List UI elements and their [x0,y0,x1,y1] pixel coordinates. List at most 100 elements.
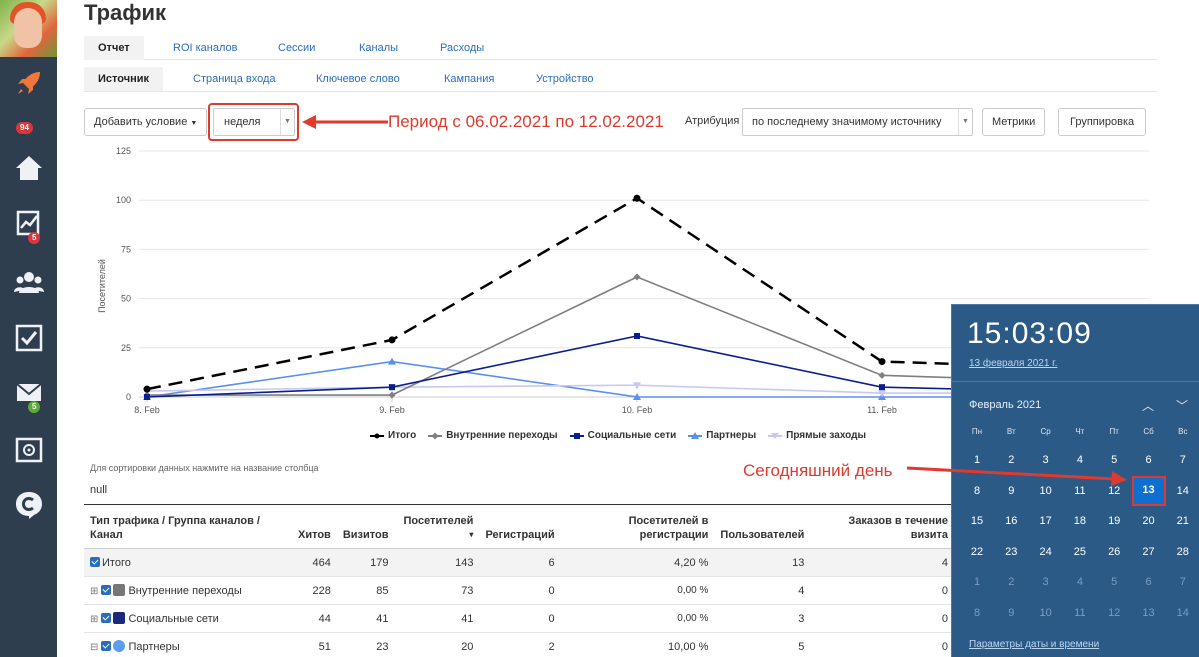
cell-users-link[interactable]: 3 [714,604,811,633]
calendar-day[interactable]: 7 [1166,445,1199,475]
tab-channels[interactable]: Каналы [345,36,412,60]
table-row: Итого 464 179 143 6 4,20 % 13 4 [84,548,954,577]
tab-campaign[interactable]: Кампания [430,67,508,91]
cell-orders-link[interactable]: 0 [810,576,954,605]
cell-orders-link[interactable]: 0 [810,604,954,633]
add-condition-button[interactable]: Добавить условие ▼ [84,108,208,136]
current-date-link[interactable]: 13 февраля 2021 г. [969,358,1057,369]
calendar-day[interactable]: 14 [1166,598,1199,628]
calendar-day[interactable]: 4 [1063,567,1097,597]
cell-visitors: 73 [394,576,480,605]
calendar-day[interactable]: 22 [960,537,994,567]
cell-users-link[interactable]: 5 [714,632,811,657]
row-checkbox[interactable] [90,556,100,567]
calendar-day[interactable]: 19 [1097,506,1131,536]
calendar-day[interactable]: 28 [1166,537,1199,567]
attribution-select[interactable]: по последнему значимому источнику ▼ [742,108,973,136]
avatar[interactable] [0,0,57,57]
calendar-day[interactable]: 20 [1132,506,1166,536]
sidebar-item-home[interactable] [0,143,57,193]
calendar-month[interactable]: Февраль 2021 [969,399,1041,411]
column-header-hits[interactable]: Хитов [286,504,337,549]
calendar-day[interactable]: 12 [1097,598,1131,628]
chart-legend: Итого Внутренние переходы Социальные сет… [370,430,866,441]
cell-orders-link[interactable]: 4 [810,548,954,577]
calendar-day[interactable]: 27 [1132,537,1166,567]
x-tick-label: 11. Feb [867,405,897,415]
calendar-day[interactable]: 14 [1166,476,1199,506]
date-time-settings-link[interactable]: Параметры даты и времени [969,639,1099,650]
calendar-day[interactable]: 26 [1097,537,1131,567]
expand-icon[interactable]: ⊞ [90,586,98,597]
metrics-button[interactable]: Метрики [982,108,1046,136]
calendar-day[interactable]: 11 [1063,598,1097,628]
cell-orders-link[interactable]: 0 [810,632,954,657]
calendar-day[interactable]: 6 [1132,567,1166,597]
sidebar-item-chat[interactable] [0,480,57,530]
column-header-registrations[interactable]: Регистраций [479,504,561,549]
column-header-visitors-to-reg[interactable]: Посетителей в регистрации [560,504,715,549]
legend-item-total[interactable]: Итого [370,430,416,441]
rocket-badge: 94 [16,122,33,134]
tab-source[interactable]: Источник [84,67,164,91]
tab-report[interactable]: Отчет [84,36,144,60]
cell-hits: 228 [286,576,337,605]
legend-item-social[interactable]: Социальные сети [569,430,676,441]
sidebar-item-users[interactable] [0,258,57,308]
row-checkbox[interactable] [101,585,112,595]
grouping-button[interactable]: Группировка [1058,108,1147,136]
sidebar-item-start[interactable] [0,58,57,108]
column-header-users[interactable]: Пользователей [714,504,811,549]
calendar-day[interactable]: 1 [960,567,994,597]
calendar-day[interactable]: 5 [1097,567,1131,597]
calendar-day[interactable]: 3 [1029,567,1063,597]
calendar-day[interactable]: 2 [994,567,1028,597]
row-checkbox[interactable] [101,613,112,623]
sidebar-item-tasks[interactable] [0,313,57,363]
calendar-day[interactable]: 9 [994,598,1028,628]
tab-landing-page[interactable]: Страница входа [179,67,290,91]
chevron-up-icon[interactable]: ︿ [1142,397,1154,414]
calendar-day-today[interactable]: 13 [1131,475,1166,506]
sidebar-item-storage[interactable] [0,425,57,475]
weekday-label: Чт [1075,427,1085,436]
cell-hits: 51 [286,632,337,657]
tab-keyword[interactable]: Ключевое слово [302,67,414,91]
calendar-day[interactable]: 25 [1063,537,1097,567]
expand-icon[interactable]: ⊞ [90,614,98,625]
cell-users-link[interactable]: 4 [714,576,811,605]
calendar-day[interactable]: 6 [1132,445,1166,475]
calendar-day[interactable]: 10 [1029,598,1063,628]
safe-icon [15,437,42,463]
calendar-day[interactable]: 13 [1132,598,1166,628]
tab-expenses[interactable]: Расходы [426,36,498,60]
column-header-traffic-type[interactable]: Тип трафика / Группа каналов / Канал [84,504,287,549]
legend-item-internal[interactable]: Внутренние переходы [428,430,558,441]
calendar-day[interactable]: 18 [1063,506,1097,536]
calendar-day[interactable]: 17 [1029,506,1063,536]
calendar-day[interactable]: 16 [994,506,1028,536]
row-name: Партнеры [128,641,180,653]
calendar-day[interactable]: 7 [1166,567,1199,597]
calendar-day[interactable]: 23 [994,537,1028,567]
calendar-day[interactable]: 21 [1166,506,1199,536]
chat-logo-icon [15,492,42,519]
tab-sessions[interactable]: Сессии [264,36,329,60]
column-header-visitors[interactable]: Посетителей ▾ [394,504,480,549]
column-header-orders[interactable]: Заказов в течение визита [810,504,954,549]
calendar-day[interactable]: 8 [960,598,994,628]
legend-item-direct[interactable]: Прямые заходы [768,430,866,441]
tab-device[interactable]: Устройство [522,67,608,91]
row-checkbox[interactable] [101,641,112,651]
column-header-visits[interactable]: Визитов [336,504,395,549]
collapse-icon[interactable]: ⊟ [90,642,98,653]
chevron-down-icon[interactable]: ﹀ [1176,397,1188,414]
tab-roi-channels[interactable]: ROI каналов [159,36,251,60]
cell-users-link[interactable]: 13 [714,548,811,577]
calendar-day[interactable]: 15 [960,506,994,536]
data-point [389,384,395,391]
cell-registrations: 0 [479,604,561,633]
calendar-day[interactable]: 24 [1029,537,1063,567]
legend-item-partners[interactable]: Партнеры [688,430,756,441]
weekday-label: Пт [1109,427,1119,436]
